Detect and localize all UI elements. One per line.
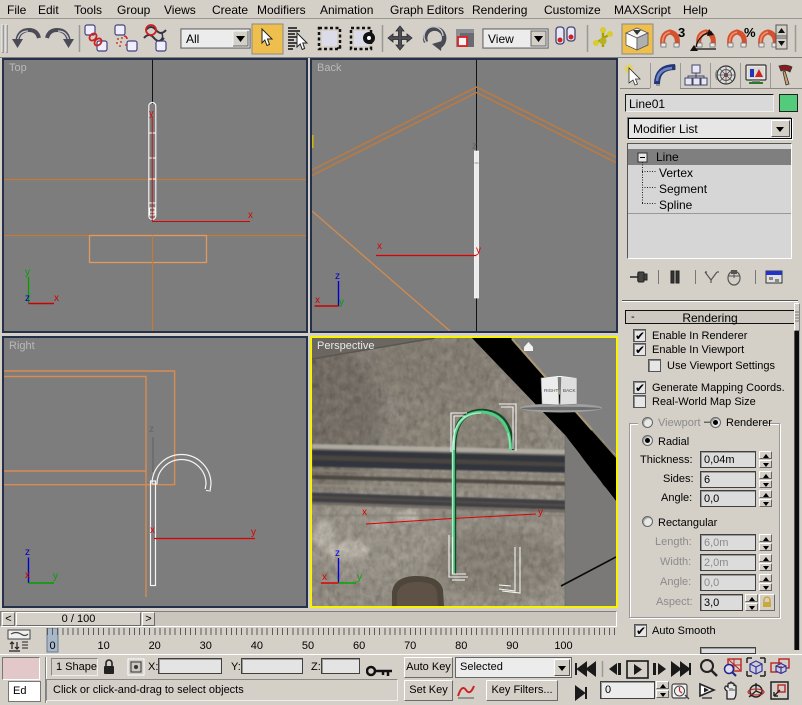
svg-text:20: 20 [149, 640, 161, 652]
svg-text:60: 60 [353, 640, 365, 652]
svg-text:z: z [149, 424, 154, 435]
svg-text:y: y [357, 572, 362, 583]
svg-text:x: x [150, 525, 155, 536]
svg-text:50: 50 [302, 640, 314, 652]
svg-text:x: x [54, 293, 59, 304]
svg-text:10: 10 [97, 640, 109, 652]
svg-text:80: 80 [455, 640, 467, 652]
svg-text:x: x [315, 295, 320, 306]
svg-text:3: 3 [678, 25, 685, 40]
svg-text:y: y [339, 297, 344, 308]
svg-text:0: 0 [49, 640, 55, 652]
svg-text:z: z [25, 547, 30, 558]
svg-text:z: z [25, 293, 30, 304]
svg-text:30: 30 [200, 640, 212, 652]
svg-text:y: y [538, 507, 543, 518]
svg-text:x: x [322, 572, 327, 583]
svg-text:View: View [488, 32, 514, 46]
svg-text:%: % [744, 25, 756, 40]
svg-text:x: x [248, 210, 253, 221]
svg-text:90: 90 [506, 640, 518, 652]
svg-text:z: z [335, 548, 340, 559]
svg-text:40: 40 [251, 640, 263, 652]
svg-text:x: x [377, 241, 382, 252]
svg-text:y: y [149, 108, 154, 118]
svg-text:x: x [25, 570, 30, 581]
svg-text:x: x [362, 507, 367, 518]
svg-text:y: y [251, 527, 256, 538]
svg-text:BACK: BACK [563, 388, 576, 393]
svg-text:z: z [472, 141, 477, 152]
svg-text:RIGHT: RIGHT [544, 388, 558, 393]
svg-text:y: y [476, 245, 481, 256]
svg-text:y: y [53, 571, 58, 582]
svg-text:z: z [335, 271, 340, 282]
svg-text:70: 70 [404, 640, 416, 652]
svg-text:y: y [25, 267, 30, 278]
svg-text:100: 100 [554, 640, 572, 652]
svg-text:All: All [186, 32, 199, 46]
